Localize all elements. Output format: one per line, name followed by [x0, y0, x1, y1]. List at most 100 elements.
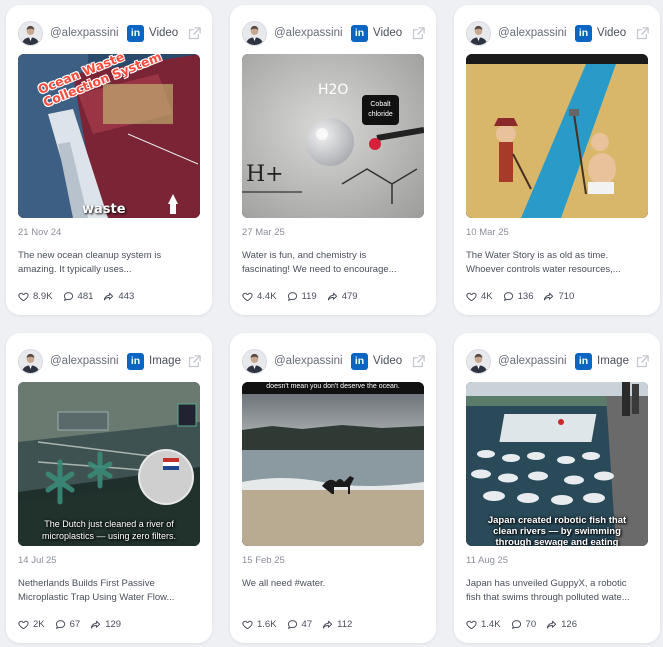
- post-thumbnail[interactable]: The Dutch just cleaned a river of microp…: [18, 382, 200, 546]
- overlay-caption: The Dutch just cleaned a river of microp…: [18, 518, 200, 542]
- avatar[interactable]: [18, 21, 43, 46]
- engagement-stats: 8.9K 481 443: [18, 289, 144, 303]
- comments-count: 67: [69, 618, 81, 630]
- heart-icon: [18, 291, 29, 302]
- tooltip-line: chloride: [368, 111, 393, 118]
- post-date: 10 Mar 25: [466, 227, 509, 238]
- linkedin-icon: in: [127, 353, 144, 370]
- water-story-cartoon-frame: [466, 54, 648, 218]
- username[interactable]: @alexpassini: [274, 355, 343, 367]
- comment-bubble-icon: [287, 619, 298, 630]
- post-type-label: Image: [597, 355, 629, 367]
- comments-stat: 67: [55, 618, 81, 630]
- post-description[interactable]: Water is fun, and chemistry is fascinati…: [242, 249, 426, 277]
- username[interactable]: @alexpassini: [498, 27, 567, 39]
- external-link-icon[interactable]: [635, 26, 650, 41]
- card-header: @alexpassini in Video: [6, 21, 212, 47]
- likes-stat: 1.4K: [466, 619, 501, 630]
- comment-bubble-icon: [287, 291, 298, 302]
- post-card[interactable]: @alexpassini in Video Ocean Waste Collec…: [6, 5, 212, 315]
- shares-count: 443: [118, 290, 135, 302]
- caption-line: Japan created robotic fish that: [487, 515, 627, 526]
- share-arrow-icon: [322, 619, 333, 630]
- comment-bubble-icon: [63, 291, 74, 302]
- comment-bubble-icon: [503, 291, 514, 302]
- share-arrow-icon: [90, 619, 101, 630]
- shares-stat: 479: [327, 291, 358, 302]
- caption-line: through sewage and eating: [495, 537, 619, 546]
- comment-bubble-icon: [511, 619, 522, 630]
- heart-icon: [242, 619, 253, 630]
- comment-bubble-icon: [55, 619, 66, 630]
- post-thumbnail[interactable]: H2O Cobalt chloride H+: [242, 54, 424, 218]
- likes-count: 8.9K: [33, 290, 53, 302]
- post-date: 21 Nov 24: [18, 227, 62, 238]
- linkedin-icon: in: [575, 25, 592, 42]
- post-description[interactable]: Netherlands Builds First Passive Micropl…: [18, 577, 202, 605]
- external-link-icon[interactable]: [411, 354, 426, 369]
- avatar[interactable]: [242, 21, 267, 46]
- likes-stat: 2K: [18, 619, 45, 630]
- post-description[interactable]: Japan has unveiled GuppyX, a robotic fis…: [466, 577, 650, 605]
- avatar[interactable]: [242, 349, 267, 374]
- post-card[interactable]: @alexpassini in Image The Dutch just cle…: [6, 333, 212, 643]
- post-thumbnail[interactable]: Japan created robotic fish that clean ri…: [466, 382, 648, 546]
- external-link-icon[interactable]: [411, 26, 426, 41]
- likes-stat: 1.6K: [242, 619, 277, 630]
- linkedin-icon: in: [351, 25, 368, 42]
- post-description[interactable]: The Water Story is as old as time. Whoev…: [466, 249, 650, 277]
- post-card[interactable]: @alexpassini in Image Japan created robo…: [454, 333, 660, 643]
- shares-count: 112: [337, 618, 353, 630]
- card-header: @alexpassini in Image: [454, 349, 660, 375]
- post-type-label: Image: [149, 355, 181, 367]
- shares-stat: 112: [322, 619, 352, 630]
- share-arrow-icon: [103, 291, 114, 302]
- post-date: 11 Aug 25: [466, 555, 509, 566]
- chemistry-video-frame: [242, 54, 424, 218]
- username[interactable]: @alexpassini: [274, 27, 343, 39]
- linkedin-icon: in: [575, 353, 592, 370]
- engagement-stats: 4.4K 119 479: [242, 289, 368, 303]
- shares-stat: 710: [543, 291, 574, 302]
- post-thumbnail[interactable]: [466, 54, 648, 218]
- card-header: @alexpassini in Video: [454, 21, 660, 47]
- comments-stat: 47: [287, 619, 312, 630]
- post-description[interactable]: The new ocean cleanup system is amazing.…: [18, 249, 202, 277]
- linkedin-icon: in: [127, 25, 144, 42]
- heart-icon: [466, 291, 477, 302]
- description-line: amazing. It typically uses...: [18, 264, 132, 275]
- post-card[interactable]: @alexpassini in Video 10 Mar 25 The Wate…: [454, 5, 660, 315]
- post-description[interactable]: We all need #water.: [242, 577, 426, 591]
- username[interactable]: @alexpassini: [50, 355, 119, 367]
- card-header: @alexpassini in Video: [230, 349, 436, 375]
- username[interactable]: @alexpassini: [50, 27, 119, 39]
- comments-count: 119: [301, 290, 317, 302]
- heart-icon: [18, 619, 29, 630]
- comments-stat: 119: [287, 291, 317, 302]
- username[interactable]: @alexpassini: [498, 355, 567, 367]
- description-line: Whoever controls water resources,...: [466, 264, 621, 275]
- description-line: The Water Story is as old as time.: [466, 250, 609, 261]
- likes-count: 1.4K: [481, 618, 501, 630]
- shares-count: 710: [558, 290, 575, 302]
- description-line: Water is fun, and chemistry is: [242, 250, 367, 261]
- avatar[interactable]: [466, 21, 491, 46]
- tooltip-line: Cobalt: [370, 101, 391, 108]
- likes-count: 2K: [33, 618, 45, 630]
- post-thumbnail[interactable]: Ocean Waste Collection System waste: [18, 54, 200, 218]
- external-link-icon[interactable]: [187, 26, 202, 41]
- post-type-label: Video: [373, 27, 403, 39]
- shares-stat: 129: [90, 619, 121, 630]
- description-line: Netherlands Builds First Passive: [18, 578, 155, 589]
- post-card[interactable]: @alexpassini in Video H2O Cobalt chlorid…: [230, 5, 436, 315]
- post-type-label: Video: [373, 355, 403, 367]
- likes-stat: 8.9K: [18, 291, 53, 302]
- avatar[interactable]: [18, 349, 43, 374]
- post-card[interactable]: @alexpassini in Video doesn't mean you d…: [230, 333, 436, 643]
- external-link-icon[interactable]: [635, 354, 650, 369]
- external-link-icon[interactable]: [187, 354, 202, 369]
- description-line: We all need #water.: [242, 578, 326, 589]
- post-thumbnail[interactable]: doesn't mean you don't deserve the ocean…: [242, 382, 424, 546]
- description-line: fish that swims through polluted wate...: [466, 592, 630, 603]
- avatar[interactable]: [466, 349, 491, 374]
